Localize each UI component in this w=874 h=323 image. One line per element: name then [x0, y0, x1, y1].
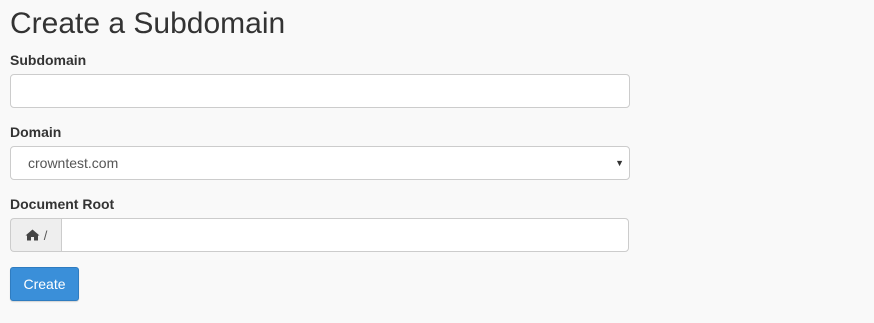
- document-root-label: Document Root: [10, 196, 115, 212]
- domain-select-value: crowntest.com: [28, 155, 119, 171]
- domain-select[interactable]: crowntest.com ▼: [10, 146, 630, 180]
- document-root-prefix: /: [10, 218, 61, 252]
- document-root-group: /: [10, 218, 629, 252]
- create-button[interactable]: Create: [10, 267, 79, 301]
- create-subdomain-page: Create a Subdomain Subdomain Domain crow…: [0, 0, 874, 323]
- caret-down-icon: ▼: [615, 158, 624, 168]
- subdomain-label: Subdomain: [10, 52, 87, 68]
- document-root-input[interactable]: [61, 218, 629, 252]
- page-title: Create a Subdomain: [10, 7, 286, 40]
- subdomain-input[interactable]: [10, 74, 630, 108]
- document-root-prefix-text: /: [43, 227, 48, 243]
- home-icon: [25, 229, 40, 241]
- domain-label: Domain: [10, 124, 62, 140]
